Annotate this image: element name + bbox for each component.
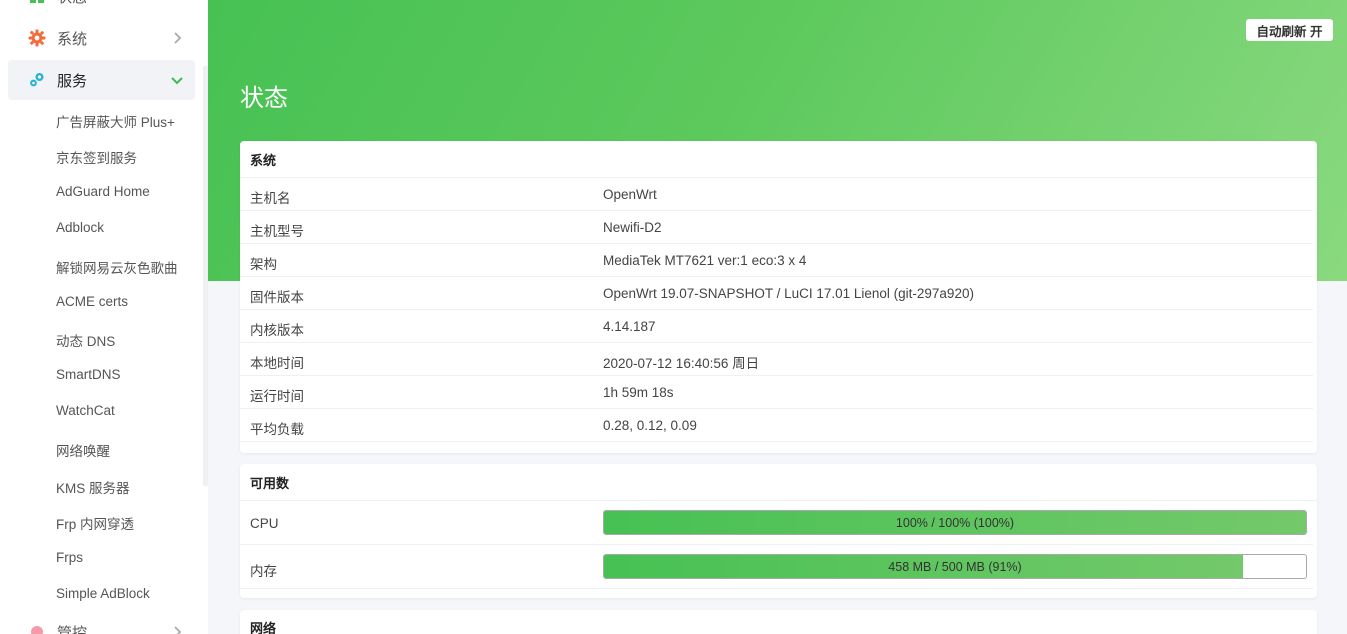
card-title: 系统 xyxy=(240,141,1317,178)
sidebar-subitem[interactable]: 网络唤醒 xyxy=(56,440,110,460)
table-row: 内存 458 MB / 500 MB (91%) xyxy=(240,545,1313,589)
sidebar-subitem[interactable]: KMS 服务器 xyxy=(56,477,130,497)
row-key: CPU xyxy=(250,516,279,531)
table-row: 平均负载 0.28, 0.12, 0.09 xyxy=(240,409,1313,442)
sidebar-subitem[interactable]: 解锁网易云灰色歌曲 xyxy=(56,257,178,277)
sidebar-subitem[interactable]: SmartDNS xyxy=(56,367,121,387)
cpu-progress-bar: 100% / 100% (100%) xyxy=(603,510,1307,535)
sidebar-subitem[interactable]: Adblock xyxy=(56,220,104,240)
sidebar-subitem[interactable]: Simple AdBlock xyxy=(56,586,150,606)
available-card: 可用数 CPU 100% / 100% (100%) 内存 458 MB / 5… xyxy=(240,464,1317,598)
sidebar-subitem[interactable]: 广告屏蔽大师 Plus+ xyxy=(56,111,175,131)
table-row: 固件版本 OpenWrt 19.07-SNAPSHOT / LuCI 17.01… xyxy=(240,277,1313,310)
chevron-down-icon xyxy=(169,72,185,88)
sidebar-subitem[interactable]: AdGuard Home xyxy=(56,184,150,204)
sidebar-subitem[interactable]: WatchCat xyxy=(56,403,115,423)
row-key: 本地时间 xyxy=(250,356,304,371)
row-value: OpenWrt 19.07-SNAPSHOT / LuCI 17.01 Lien… xyxy=(603,286,974,301)
row-value: 2020-07-12 16:40:56 周日 xyxy=(603,356,760,371)
row-key: 主机名 xyxy=(250,191,291,206)
row-key: 主机型号 xyxy=(250,224,304,239)
row-value: MediaTek MT7621 ver:1 eco:3 x 4 xyxy=(603,253,807,268)
sidebar-item-status[interactable]: 状态 xyxy=(8,0,195,16)
sidebar-subitem[interactable]: Frp 内网穿透 xyxy=(56,513,134,533)
system-card: 系统 主机名 OpenWrt 主机型号 Newifi-D2 架构 MediaTe… xyxy=(240,141,1317,453)
dashboard-icon xyxy=(28,0,46,5)
progress-text: 458 MB / 500 MB (91%) xyxy=(888,559,1022,574)
sidebar-subitem[interactable]: Frps xyxy=(56,550,83,570)
table-row: 内核版本 4.14.187 xyxy=(240,310,1313,343)
page-title: 状态 xyxy=(240,85,288,112)
row-value: 1h 59m 18s xyxy=(603,385,674,400)
sidebar-subitem[interactable]: 动态 DNS xyxy=(56,330,115,350)
row-key: 内核版本 xyxy=(250,323,304,338)
card-title: 可用数 xyxy=(240,464,1317,501)
sidebar-item-label: 状态 xyxy=(57,0,87,7)
sidebar-subitem[interactable]: ACME certs xyxy=(56,294,128,314)
sidebar-subitem[interactable]: 京东签到服务 xyxy=(56,147,137,167)
row-key: 平均负载 xyxy=(250,422,304,437)
memory-progress-bar: 458 MB / 500 MB (91%) xyxy=(603,554,1307,579)
row-key: 固件版本 xyxy=(250,290,304,305)
sidebar-item-control[interactable]: 管控 xyxy=(8,612,195,634)
card-title: 网络 xyxy=(240,610,1317,634)
table-row: 运行时间 1h 59m 18s xyxy=(240,376,1313,409)
row-value: OpenWrt xyxy=(603,187,657,202)
chevron-right-icon xyxy=(169,30,185,46)
row-key: 内存 xyxy=(250,564,277,579)
row-value: 4.14.187 xyxy=(603,319,656,334)
table-row: 架构 MediaTek MT7621 ver:1 eco:3 x 4 xyxy=(240,244,1313,277)
row-value: 0.28, 0.12, 0.09 xyxy=(603,418,697,433)
table-row: 主机名 OpenWrt xyxy=(240,178,1313,211)
table-row: 主机型号 Newifi-D2 xyxy=(240,211,1313,244)
sidebar-item-services[interactable]: 服务 xyxy=(8,60,195,100)
services-icon xyxy=(28,71,46,89)
sidebar: 状态 系统 xyxy=(0,0,208,634)
chevron-right-icon xyxy=(169,624,185,634)
control-icon xyxy=(28,623,46,634)
gear-icon xyxy=(28,29,46,47)
auto-refresh-toggle[interactable]: 自动刷新 开 xyxy=(1246,19,1333,41)
table-row: CPU 100% / 100% (100%) xyxy=(240,501,1313,545)
row-value: Newifi-D2 xyxy=(603,220,662,235)
sidebar-item-system[interactable]: 系统 xyxy=(8,18,195,58)
row-key: 架构 xyxy=(250,257,277,272)
sidebar-item-label: 服务 xyxy=(57,72,88,90)
sidebar-item-label: 系统 xyxy=(57,30,88,48)
progress-text: 100% / 100% (100%) xyxy=(895,515,1015,530)
sidebar-item-label: 管控 xyxy=(57,624,88,634)
table-row: 本地时间 2020-07-12 16:40:56 周日 xyxy=(240,343,1313,376)
network-card: 网络 xyxy=(240,610,1317,634)
row-key: 运行时间 xyxy=(250,389,304,404)
